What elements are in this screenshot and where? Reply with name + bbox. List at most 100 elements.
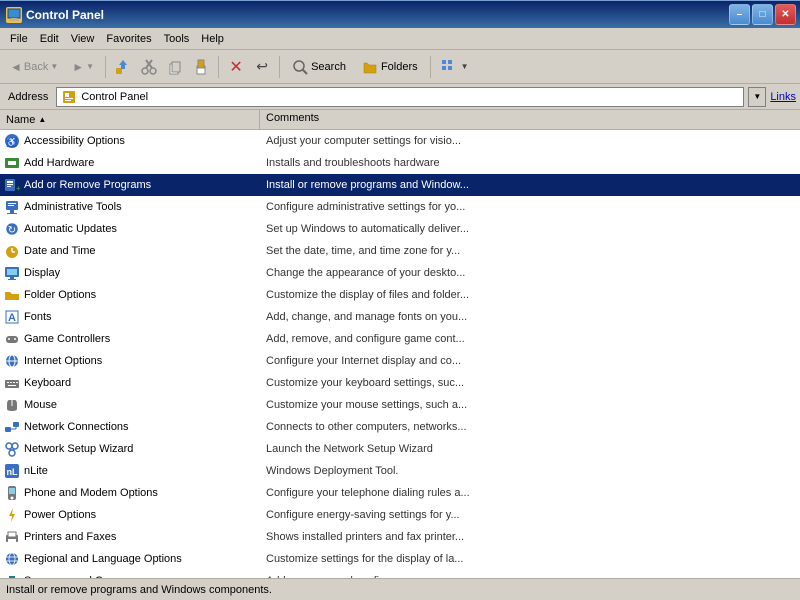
item-icon: + — [4, 177, 20, 193]
item-comment: Connects to other computers, networks... — [260, 419, 800, 435]
address-field[interactable]: Control Panel — [56, 87, 744, 107]
list-item[interactable]: Folder OptionsCustomize the display of f… — [0, 284, 800, 306]
list-item[interactable]: Administrative ToolsConfigure administra… — [0, 196, 800, 218]
item-name: Keyboard — [24, 377, 71, 389]
content-area: Name ▲ Comments ♿Accessibility OptionsAd… — [0, 110, 800, 578]
title-bar: Control Panel – □ ✕ — [0, 0, 800, 28]
item-name: Add Hardware — [24, 157, 94, 169]
svg-text:+: + — [16, 184, 20, 193]
address-value: Control Panel — [81, 91, 148, 103]
item-icon — [4, 507, 20, 523]
list-item[interactable]: Network ConnectionsConnects to other com… — [0, 416, 800, 438]
item-comment: Configure your Internet display and co..… — [260, 353, 800, 369]
item-name: nLite — [24, 465, 48, 477]
delete-button[interactable]: ✕ — [224, 55, 248, 79]
list-item[interactable]: +Add or Remove ProgramsInstall or remove… — [0, 174, 800, 196]
menu-item-help[interactable]: Help — [195, 31, 230, 47]
list-item[interactable]: nLnLiteWindows Deployment Tool. — [0, 460, 800, 482]
list-item[interactable]: ↻Automatic UpdatesSet up Windows to auto… — [0, 218, 800, 240]
forward-button[interactable]: ► ▼ — [66, 56, 100, 78]
folders-button[interactable]: Folders — [355, 55, 425, 79]
name-column-header[interactable]: Name ▲ — [0, 110, 260, 129]
item-icon — [4, 485, 20, 501]
item-name: Date and Time — [24, 245, 96, 257]
item-icon: ↻ — [4, 221, 20, 237]
menu-item-file[interactable]: File — [4, 31, 34, 47]
list-item[interactable]: Display Change the appearance of your des… — [0, 262, 800, 284]
item-name: Phone and Modem Options — [24, 487, 158, 499]
list-item[interactable]: Add Hardware Installs and troubleshoots h… — [0, 152, 800, 174]
close-button[interactable]: ✕ — [775, 4, 796, 25]
toolbar-separator-3 — [279, 56, 280, 78]
list-item[interactable]: Mouse Customize your mouse settings, such… — [0, 394, 800, 416]
list-item[interactable]: Power OptionsConfigure energy-saving set… — [0, 504, 800, 526]
item-name: Mouse — [24, 399, 57, 411]
item-icon — [4, 331, 20, 347]
list-item[interactable]: AFontsAdd, change, and manage fonts on y… — [0, 306, 800, 328]
item-comment: Installs and troubleshoots hardware — [260, 155, 800, 171]
item-comment: Change the appearance of your deskto... — [260, 265, 800, 281]
item-icon — [4, 551, 20, 567]
status-text: Install or remove programs and Windows c… — [6, 584, 272, 596]
item-name: Internet Options — [24, 355, 102, 367]
svg-text:nL: nL — [7, 467, 18, 477]
item-comment: Customize your mouse settings, such a... — [260, 397, 800, 413]
list-item[interactable]: Game ControllersAdd, remove, and configu… — [0, 328, 800, 350]
item-comment: Customize your keyboard settings, suc... — [260, 375, 800, 391]
paste-button[interactable] — [189, 55, 213, 79]
item-comment: Customize settings for the display of la… — [260, 551, 800, 567]
minimize-button[interactable]: – — [729, 4, 750, 25]
list-item[interactable]: Date and TimeSet the date, time, and tim… — [0, 240, 800, 262]
list-item[interactable]: Printers and FaxesShows installed printe… — [0, 526, 800, 548]
item-name: Network Setup Wizard — [24, 443, 133, 455]
item-comment: Add, remove, and configure game cont... — [260, 331, 800, 347]
item-name: Display — [24, 267, 60, 279]
search-button[interactable]: Search — [285, 55, 353, 79]
svg-text:A: A — [8, 312, 16, 324]
list-item[interactable]: Internet Options Configure your Internet … — [0, 350, 800, 372]
address-label: Address — [4, 91, 52, 103]
item-icon — [4, 573, 20, 578]
menu-item-favorites[interactable]: Favorites — [100, 31, 157, 47]
item-icon — [4, 397, 20, 413]
item-icon — [4, 287, 20, 303]
item-comment: Configure energy-saving settings for y..… — [260, 507, 800, 523]
item-name: Administrative Tools — [24, 201, 122, 213]
menu-item-tools[interactable]: Tools — [158, 31, 196, 47]
cut-button[interactable] — [137, 55, 161, 79]
address-dropdown[interactable]: ▼ — [748, 87, 766, 107]
maximize-button[interactable]: □ — [752, 4, 773, 25]
item-icon — [4, 419, 20, 435]
links-button[interactable]: Links — [770, 91, 796, 103]
list-item[interactable]: Network Setup Wizard Launch the Network S… — [0, 438, 800, 460]
item-comment: Launch the Network Setup Wizard — [260, 441, 800, 457]
list-item[interactable]: Keyboard Customize your keyboard settings… — [0, 372, 800, 394]
list-item[interactable]: Phone and Modem OptionsConfigure your te… — [0, 482, 800, 504]
toolbar-separator-1 — [105, 56, 106, 78]
menu-item-view[interactable]: View — [65, 31, 101, 47]
app-icon — [6, 7, 22, 23]
item-comment: Add, remove, and configure scanners a... — [260, 573, 800, 578]
column-header: Name ▲ Comments — [0, 110, 800, 130]
back-button[interactable]: ◄ Back ▼ — [4, 56, 64, 78]
window-controls: – □ ✕ — [729, 4, 796, 25]
item-icon — [4, 441, 20, 457]
list-item[interactable]: Regional and Language OptionsCustomize s… — [0, 548, 800, 570]
items-list[interactable]: ♿Accessibility OptionsAdjust your comput… — [0, 130, 800, 578]
item-comment: Shows installed printers and fax printer… — [260, 529, 800, 545]
views-button[interactable]: ▼ — [436, 54, 474, 80]
copy-button[interactable] — [163, 55, 187, 79]
menu-item-edit[interactable]: Edit — [34, 31, 65, 47]
up-button[interactable] — [111, 55, 135, 79]
item-name: Automatic Updates — [24, 223, 117, 235]
item-comment: Adjust your computer settings for visio.… — [260, 133, 800, 149]
comments-column-header[interactable]: Comments — [260, 110, 800, 129]
item-icon — [4, 375, 20, 391]
toolbar: ◄ Back ▼ ► ▼ ✕ ↩ — [0, 50, 800, 84]
item-name: Folder Options — [24, 289, 96, 301]
status-bar: Install or remove programs and Windows c… — [0, 578, 800, 600]
list-item[interactable]: Scanners and CamerasAdd, remove, and con… — [0, 570, 800, 578]
undo-button[interactable]: ↩ — [250, 55, 274, 79]
sort-arrow: ▲ — [38, 115, 46, 124]
list-item[interactable]: ♿Accessibility OptionsAdjust your comput… — [0, 130, 800, 152]
